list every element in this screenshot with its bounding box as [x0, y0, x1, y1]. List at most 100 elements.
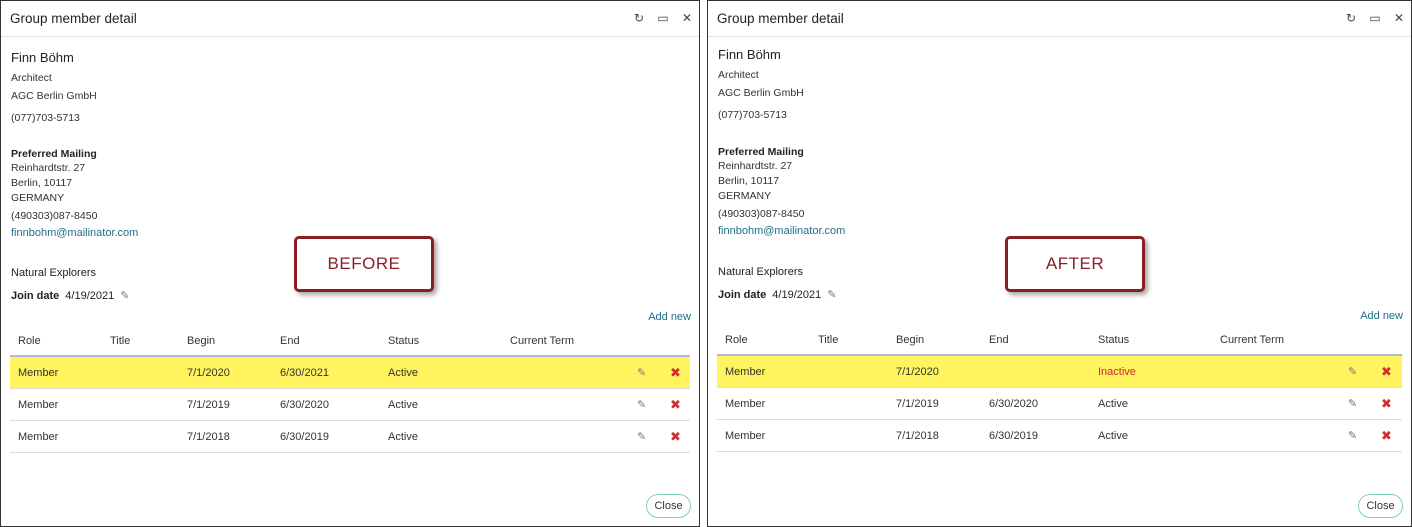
member-email-link[interactable]: finnbohm@mailinator.com	[718, 225, 845, 237]
cell-status: Active	[1098, 397, 1128, 410]
col-end: End	[280, 335, 300, 347]
mailing-label: Preferred Mailing	[718, 146, 804, 158]
join-date-row: Join date 4/19/2021 ✎	[718, 288, 836, 302]
cell-role: Member	[725, 429, 766, 442]
table-row[interactable]: Member 7/1/2019 6/30/2020 Active ✎ ✖	[717, 388, 1402, 420]
cell-status: Active	[388, 398, 418, 411]
cell-role: Member	[725, 397, 766, 410]
col-role: Role	[725, 334, 748, 346]
dialog-titlebar: Group member detail ↻ ▭ ✕	[708, 1, 1411, 37]
close-button[interactable]: Close	[646, 494, 691, 518]
cell-begin: 7/1/2019	[187, 398, 230, 411]
refresh-icon[interactable]: ↻	[1345, 11, 1357, 25]
address-phone: (490303)087-8450	[11, 210, 98, 222]
add-new-link[interactable]: Add new	[648, 311, 691, 323]
mailing-label: Preferred Mailing	[11, 148, 97, 160]
member-phone: (077)703-5713	[11, 112, 80, 124]
group-name: Natural Explorers	[11, 267, 96, 279]
cell-role: Member	[18, 398, 59, 411]
cell-role: Member	[18, 430, 59, 443]
cell-end: 6/30/2020	[989, 397, 1038, 410]
member-name: Finn Böhm	[11, 50, 74, 65]
pencil-icon[interactable]: ✎	[1348, 356, 1357, 387]
member-name: Finn Böhm	[718, 47, 781, 62]
terms-table: Role Title Begin End Status Current Term…	[10, 327, 690, 453]
join-date-value: 4/19/2021	[65, 289, 115, 302]
cell-begin: 7/1/2020	[896, 365, 939, 378]
member-email-link[interactable]: finnbohm@mailinator.com	[11, 227, 138, 239]
table-row[interactable]: Member 7/1/2020 6/30/2021 Active ✎ ✖	[10, 357, 690, 389]
cell-status: Inactive	[1098, 365, 1136, 378]
pencil-icon[interactable]: ✎	[637, 357, 646, 388]
col-title: Title	[818, 334, 839, 346]
col-begin: Begin	[187, 335, 216, 347]
join-date-label: Join date	[11, 289, 60, 302]
delete-x-icon[interactable]: ✖	[670, 389, 681, 420]
maximize-icon[interactable]: ▭	[1369, 11, 1381, 25]
close-icon[interactable]: ✕	[681, 11, 693, 25]
close-button[interactable]: Close	[1358, 494, 1403, 518]
delete-x-icon[interactable]: ✖	[1381, 420, 1392, 451]
callout-after: AFTER	[1005, 236, 1145, 292]
close-icon[interactable]: ✕	[1393, 11, 1405, 25]
delete-x-icon[interactable]: ✖	[1381, 388, 1392, 419]
table-header: Role Title Begin End Status Current Term	[10, 327, 690, 357]
cell-role: Member	[18, 366, 59, 379]
join-date-row: Join date 4/19/2021 ✎	[11, 289, 129, 303]
window-controls: ↻ ▭ ✕	[1345, 11, 1405, 25]
refresh-icon[interactable]: ↻	[633, 11, 645, 25]
col-end: End	[989, 334, 1009, 346]
cell-status: Active	[1098, 429, 1128, 442]
address-city: Berlin, 10117	[11, 177, 73, 189]
member-phone: (077)703-5713	[718, 109, 787, 121]
maximize-icon[interactable]: ▭	[657, 11, 669, 25]
col-current-term: Current Term	[510, 335, 574, 347]
cell-begin: 7/1/2018	[187, 430, 230, 443]
window-controls: ↻ ▭ ✕	[633, 11, 693, 25]
pencil-icon[interactable]: ✎	[120, 289, 129, 302]
cell-status: Active	[388, 366, 418, 379]
delete-x-icon[interactable]: ✖	[670, 357, 681, 388]
pencil-icon[interactable]: ✎	[637, 389, 646, 420]
col-begin: Begin	[896, 334, 925, 346]
pencil-icon[interactable]: ✎	[1348, 420, 1357, 451]
table-row[interactable]: Member 7/1/2020 Inactive ✎ ✖	[717, 356, 1402, 388]
address-city: Berlin, 10117	[718, 175, 780, 187]
pencil-icon[interactable]: ✎	[637, 421, 646, 452]
join-date-value: 4/19/2021	[772, 288, 822, 301]
dialog-title: Group member detail	[10, 11, 137, 26]
pencil-icon[interactable]: ✎	[827, 288, 836, 301]
member-company: AGC Berlin GmbH	[718, 87, 804, 99]
cell-role: Member	[725, 365, 766, 378]
member-company: AGC Berlin GmbH	[11, 90, 97, 102]
cell-end: 6/30/2020	[280, 398, 329, 411]
delete-x-icon[interactable]: ✖	[670, 421, 681, 452]
dialog-title: Group member detail	[717, 11, 844, 26]
address-country: GERMANY	[718, 190, 772, 202]
pencil-icon[interactable]: ✎	[1348, 388, 1357, 419]
address-country: GERMANY	[11, 192, 65, 204]
cell-status: Active	[388, 430, 418, 443]
address-street: Reinhardtstr. 27	[718, 160, 793, 172]
table-header: Role Title Begin End Status Current Term	[717, 326, 1402, 356]
table-row[interactable]: Member 7/1/2019 6/30/2020 Active ✎ ✖	[10, 389, 690, 421]
delete-x-icon[interactable]: ✖	[1381, 356, 1392, 387]
table-row[interactable]: Member 7/1/2018 6/30/2019 Active ✎ ✖	[717, 420, 1402, 452]
address-phone: (490303)087-8450	[718, 208, 805, 220]
cell-begin: 7/1/2020	[187, 366, 230, 379]
cell-end: 6/30/2021	[280, 366, 329, 379]
table-row[interactable]: Member 7/1/2018 6/30/2019 Active ✎ ✖	[10, 421, 690, 453]
cell-end: 6/30/2019	[280, 430, 329, 443]
dialog-titlebar: Group member detail ↻ ▭ ✕	[1, 1, 699, 37]
member-job-title: Architect	[718, 69, 759, 81]
address-street: Reinhardtstr. 27	[11, 162, 86, 174]
col-title: Title	[110, 335, 131, 347]
col-current-term: Current Term	[1220, 334, 1284, 346]
member-job-title: Architect	[11, 72, 52, 84]
cell-begin: 7/1/2018	[896, 429, 939, 442]
add-new-link[interactable]: Add new	[1360, 310, 1403, 322]
cell-begin: 7/1/2019	[896, 397, 939, 410]
group-name: Natural Explorers	[718, 266, 803, 278]
callout-before: BEFORE	[294, 236, 434, 292]
col-status: Status	[388, 335, 420, 347]
